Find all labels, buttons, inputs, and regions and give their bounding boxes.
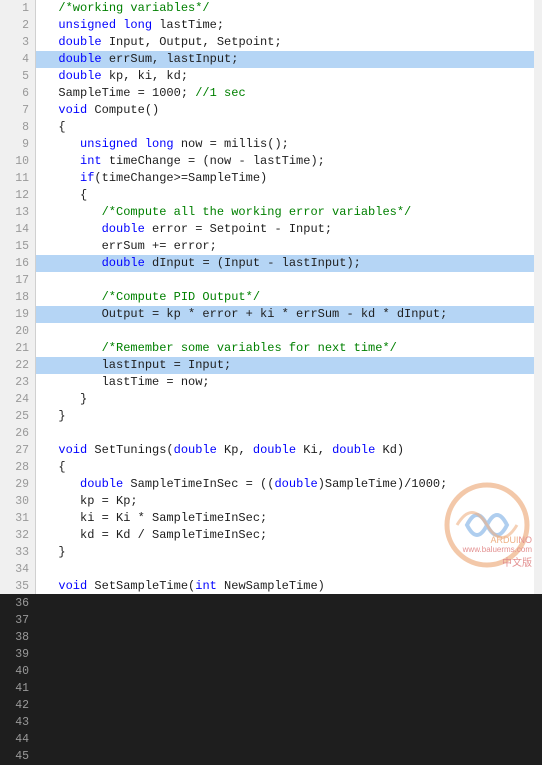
code-line: ki = Ki * SampleTimeInSec; <box>36 510 542 527</box>
code-line: SampleTime = 1000; //1 sec <box>36 85 542 102</box>
code-line: void SetTunings(double Kp, double Ki, do… <box>36 442 542 459</box>
code-line: /*Remember some variables for next time*… <box>36 340 542 357</box>
code-line: unsigned long lastTime; <box>36 17 542 34</box>
line-number: 34 <box>0 561 35 578</box>
code-line: lastInput = Input; <box>36 357 542 374</box>
line-number: 32 <box>0 527 35 544</box>
line-number: 13 <box>0 204 35 221</box>
line-number: 20 <box>0 323 35 340</box>
line-number: 10 <box>0 153 35 170</box>
code-line: /*Compute PID Output*/ <box>36 289 542 306</box>
line-number: 7 <box>0 102 35 119</box>
line-number: 43 <box>0 714 35 731</box>
line-number: 22 <box>0 357 35 374</box>
code-line: void SetSampleTime(int NewSampleTime) <box>36 578 542 594</box>
line-number: 28 <box>0 459 35 476</box>
line-number: 19 <box>0 306 35 323</box>
code-editor: 1234567891011121314151617181920212223242… <box>0 0 542 594</box>
code-line: kd = Kd / SampleTimeInSec; <box>36 527 542 544</box>
line-number: 33 <box>0 544 35 561</box>
line-number: 27 <box>0 442 35 459</box>
line-number: 44 <box>0 731 35 748</box>
code-line: double Input, Output, Setpoint; <box>36 34 542 51</box>
line-number: 38 <box>0 629 35 646</box>
line-number: 15 <box>0 238 35 255</box>
line-number: 14 <box>0 221 35 238</box>
line-number: 40 <box>0 663 35 680</box>
line-number: 35 <box>0 578 35 595</box>
line-number: 6 <box>0 85 35 102</box>
code-line: } <box>36 544 542 561</box>
code-line: Output = kp * error + ki * errSum - kd *… <box>36 306 542 323</box>
line-number: 39 <box>0 646 35 663</box>
line-number: 2 <box>0 17 35 34</box>
line-number: 12 <box>0 187 35 204</box>
line-number: 31 <box>0 510 35 527</box>
line-number: 5 <box>0 68 35 85</box>
line-number: 21 <box>0 340 35 357</box>
code-line: lastTime = now; <box>36 374 542 391</box>
line-number: 25 <box>0 408 35 425</box>
code-line: double error = Setpoint - Input; <box>36 221 542 238</box>
line-number: 30 <box>0 493 35 510</box>
code-line: unsigned long now = millis(); <box>36 136 542 153</box>
line-number: 36 <box>0 595 35 612</box>
line-number: 1 <box>0 0 35 17</box>
code-line: /*Compute all the working error variable… <box>36 204 542 221</box>
code-line: /*working variables*/ <box>36 0 542 17</box>
code-line: void Compute() <box>36 102 542 119</box>
line-number: 4 <box>0 51 35 68</box>
code-line: { <box>36 187 542 204</box>
line-number: 45 <box>0 748 35 765</box>
scrollbar[interactable] <box>534 0 542 594</box>
code-line: } <box>36 408 542 425</box>
code-line <box>36 323 542 340</box>
line-number: 23 <box>0 374 35 391</box>
line-number: 9 <box>0 136 35 153</box>
code-line: if(timeChange>=SampleTime) <box>36 170 542 187</box>
line-number: 26 <box>0 425 35 442</box>
line-number: 18 <box>0 289 35 306</box>
code-line: } <box>36 391 542 408</box>
line-number: 37 <box>0 612 35 629</box>
code-line: errSum += error; <box>36 238 542 255</box>
line-number: 11 <box>0 170 35 187</box>
line-number: 29 <box>0 476 35 493</box>
code-area[interactable]: /*working variables*/ unsigned long last… <box>36 0 542 594</box>
code-line: double SampleTimeInSec = ((double)Sample… <box>36 476 542 493</box>
code-line <box>36 561 542 578</box>
code-line: { <box>36 119 542 136</box>
code-line: double dInput = (Input - lastInput); <box>36 255 542 272</box>
line-number: 16 <box>0 255 35 272</box>
code-line: { <box>36 459 542 476</box>
line-number: 17 <box>0 272 35 289</box>
line-number: 24 <box>0 391 35 408</box>
line-number: 8 <box>0 119 35 136</box>
code-line <box>36 425 542 442</box>
line-number: 42 <box>0 697 35 714</box>
line-numbers: 1234567891011121314151617181920212223242… <box>0 0 36 594</box>
code-line: kp = Kp; <box>36 493 542 510</box>
line-number: 41 <box>0 680 35 697</box>
line-number: 3 <box>0 34 35 51</box>
code-line <box>36 272 542 289</box>
code-line: int timeChange = (now - lastTime); <box>36 153 542 170</box>
code-line: double errSum, lastInput; <box>36 51 542 68</box>
code-line: double kp, ki, kd; <box>36 68 542 85</box>
